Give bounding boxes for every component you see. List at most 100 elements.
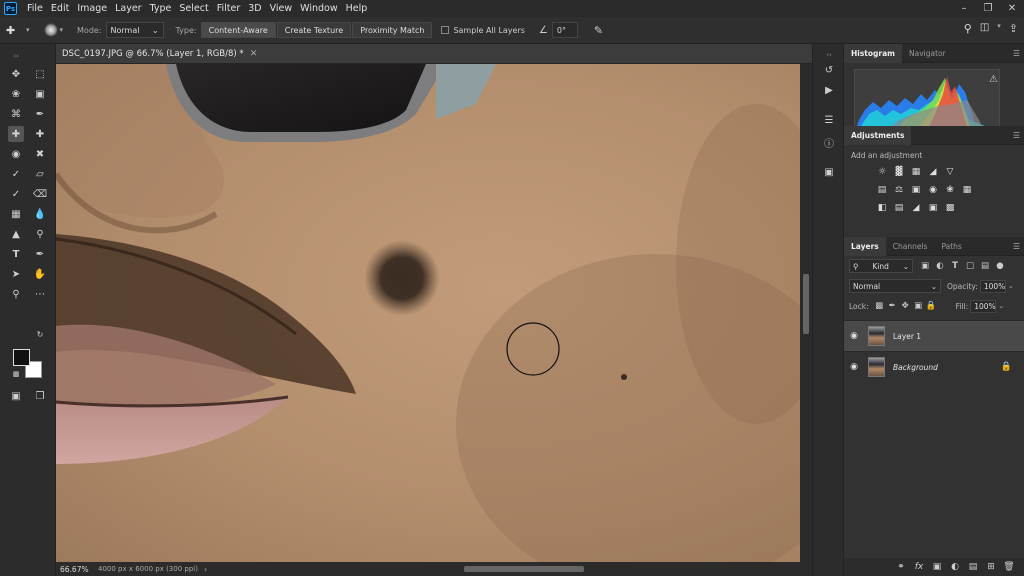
- curves-icon[interactable]: ▦: [908, 165, 924, 179]
- eraser-tool-icon[interactable]: ⌫: [32, 186, 48, 202]
- brush-preview-icon[interactable]: [43, 23, 58, 37]
- tool-preset-chevron-icon[interactable]: ▾: [26, 26, 30, 34]
- filter-adjustment-icon[interactable]: ◐: [934, 261, 946, 271]
- layer-lock-icon[interactable]: 🔒: [1001, 362, 1012, 372]
- new-group-icon[interactable]: ▤: [964, 562, 982, 572]
- menu-window[interactable]: Window: [296, 0, 341, 17]
- move-tool-icon[interactable]: ✥: [8, 66, 24, 82]
- workspace-icon[interactable]: ◫: [980, 22, 989, 35]
- layer-style-icon[interactable]: fx: [910, 562, 928, 572]
- history-brush-tool-icon[interactable]: ✖: [32, 146, 48, 162]
- minimize-icon[interactable]: –: [952, 0, 976, 17]
- share-icon[interactable]: ⇪: [1009, 22, 1018, 35]
- more-tools-icon[interactable]: ⋯: [32, 286, 48, 302]
- blend-mode-select[interactable]: Normal ⌄: [849, 279, 941, 293]
- restore-icon[interactable]: ❐: [976, 0, 1000, 17]
- history-panel-icon[interactable]: ↺: [821, 62, 837, 78]
- selective-color-icon[interactable]: ▣: [925, 201, 941, 215]
- color-balance-icon[interactable]: ⚖: [891, 183, 907, 197]
- document-canvas[interactable]: [56, 64, 800, 562]
- foreground-color-swatch[interactable]: [13, 349, 30, 366]
- pressure-size-icon[interactable]: ✎: [594, 24, 603, 37]
- tab-navigator[interactable]: Navigator: [902, 44, 953, 63]
- tab-channels[interactable]: Channels: [886, 237, 935, 256]
- color-lookup-icon[interactable]: ▦: [959, 183, 975, 197]
- link-layers-icon[interactable]: ⚭: [892, 562, 910, 572]
- filter-smart-object-icon[interactable]: ▤: [979, 261, 991, 271]
- lock-image-icon[interactable]: ✒: [886, 301, 899, 311]
- hand-tool-icon[interactable]: ✋: [32, 266, 48, 282]
- vertical-scroll-thumb[interactable]: [803, 274, 809, 334]
- horizontal-scroll-thumb[interactable]: [464, 566, 584, 572]
- invert-icon[interactable]: ◧: [874, 201, 890, 215]
- adjustments-menu-icon[interactable]: ☰: [1013, 131, 1020, 140]
- create-texture-button[interactable]: Create Texture: [276, 22, 352, 38]
- sharpen-tool-icon[interactable]: ▲: [8, 226, 24, 242]
- status-chevron-icon[interactable]: ›: [204, 565, 207, 574]
- brush-picker-chevron-icon[interactable]: ▾: [60, 26, 64, 34]
- crop-tool-icon[interactable]: ⌘: [8, 106, 24, 122]
- visibility-eye-icon[interactable]: ◉: [844, 362, 864, 372]
- tab-layers[interactable]: Layers: [844, 236, 886, 256]
- fill-chevron-icon[interactable]: ⌄: [996, 302, 1006, 310]
- screen-mode-icon[interactable]: ❐: [32, 388, 48, 404]
- fill-field[interactable]: 100%: [970, 299, 997, 313]
- lasso-tool-icon[interactable]: ❀: [8, 86, 24, 102]
- menu-file[interactable]: File: [23, 0, 47, 17]
- info-panel-icon[interactable]: ⓘ: [821, 134, 837, 150]
- brush-tool-icon[interactable]: ✚: [32, 126, 48, 142]
- lock-position-icon[interactable]: ✥: [899, 301, 912, 311]
- spot-healing-tool-icon[interactable]: ✚: [8, 126, 24, 142]
- opacity-chevron-icon[interactable]: ⌄: [1006, 282, 1016, 290]
- mode-select[interactable]: Normal ⌄: [105, 22, 164, 38]
- posterize-icon[interactable]: ▤: [891, 201, 907, 215]
- actions-play-icon[interactable]: ▶: [821, 82, 837, 98]
- quick-mask-icon[interactable]: ▣: [8, 388, 24, 404]
- path-selection-tool-icon[interactable]: ➤: [8, 266, 24, 282]
- exposure-icon[interactable]: ◢: [925, 165, 941, 179]
- search-icon[interactable]: ⚲: [964, 22, 972, 35]
- threshold-icon[interactable]: ◢: [908, 201, 924, 215]
- blur-tool-icon[interactable]: 💧: [32, 206, 48, 222]
- type-tool-icon[interactable]: T: [8, 246, 24, 262]
- menu-3d[interactable]: 3D: [244, 0, 265, 17]
- layer-row-background[interactable]: ◉ Background 🔒: [844, 351, 1024, 382]
- object-selection-tool-icon[interactable]: ▣: [32, 86, 48, 102]
- content-aware-button[interactable]: Content-Aware: [200, 22, 276, 38]
- eyedropper-tool-icon[interactable]: ✒: [32, 106, 48, 122]
- menu-edit[interactable]: Edit: [47, 0, 73, 17]
- vibrance-icon[interactable]: ▽: [942, 165, 958, 179]
- pen-tool-icon[interactable]: ✒: [32, 246, 48, 262]
- filter-shape-icon[interactable]: □: [964, 261, 976, 271]
- brightness-contrast-icon[interactable]: ☼: [874, 165, 890, 179]
- layer-row-layer-1[interactable]: ◉ Layer 1: [844, 320, 1024, 351]
- black-white-icon[interactable]: ▣: [908, 183, 924, 197]
- tab-histogram[interactable]: Histogram: [844, 43, 902, 63]
- gradient-map-icon[interactable]: ▩: [942, 201, 958, 215]
- properties-panel-icon[interactable]: ☰: [821, 112, 837, 128]
- visibility-eye-icon[interactable]: ◉: [844, 331, 864, 341]
- zoom-level[interactable]: 66.67%: [56, 565, 98, 574]
- dodge-tool-icon[interactable]: ⚲: [32, 226, 48, 242]
- default-colors-icon[interactable]: ▩: [8, 366, 24, 382]
- zoom-tool-icon[interactable]: ⚲: [8, 286, 24, 302]
- channel-mixer-icon[interactable]: ❀: [942, 183, 958, 197]
- stamp-panel-icon[interactable]: ▣: [821, 164, 837, 180]
- tab-adjustments[interactable]: Adjustments: [844, 125, 912, 145]
- sample-all-layers-checkbox[interactable]: [441, 26, 450, 34]
- stamp-tool-icon[interactable]: ▱: [32, 166, 48, 182]
- swap-colors-icon[interactable]: ↻: [32, 326, 48, 342]
- filter-toggle-icon[interactable]: ●: [994, 261, 1006, 271]
- layer-kind-filter[interactable]: ⚲ Kind ⌄: [849, 259, 913, 273]
- menu-view[interactable]: View: [266, 0, 297, 17]
- new-adjustment-layer-icon[interactable]: ◐: [946, 562, 964, 572]
- clone-stamp-tool-icon[interactable]: ◉: [8, 146, 24, 162]
- vertical-scrollbar[interactable]: [800, 64, 812, 562]
- proximity-match-button[interactable]: Proximity Match: [352, 22, 433, 38]
- lock-artboard-icon[interactable]: ▣: [912, 301, 925, 311]
- menu-select[interactable]: Select: [175, 0, 212, 17]
- filter-pixel-icon[interactable]: ▣: [919, 261, 931, 271]
- history-tool-icon[interactable]: ✓: [8, 186, 24, 202]
- gradient-tool-icon[interactable]: ▦: [8, 206, 24, 222]
- menu-image[interactable]: Image: [73, 0, 111, 17]
